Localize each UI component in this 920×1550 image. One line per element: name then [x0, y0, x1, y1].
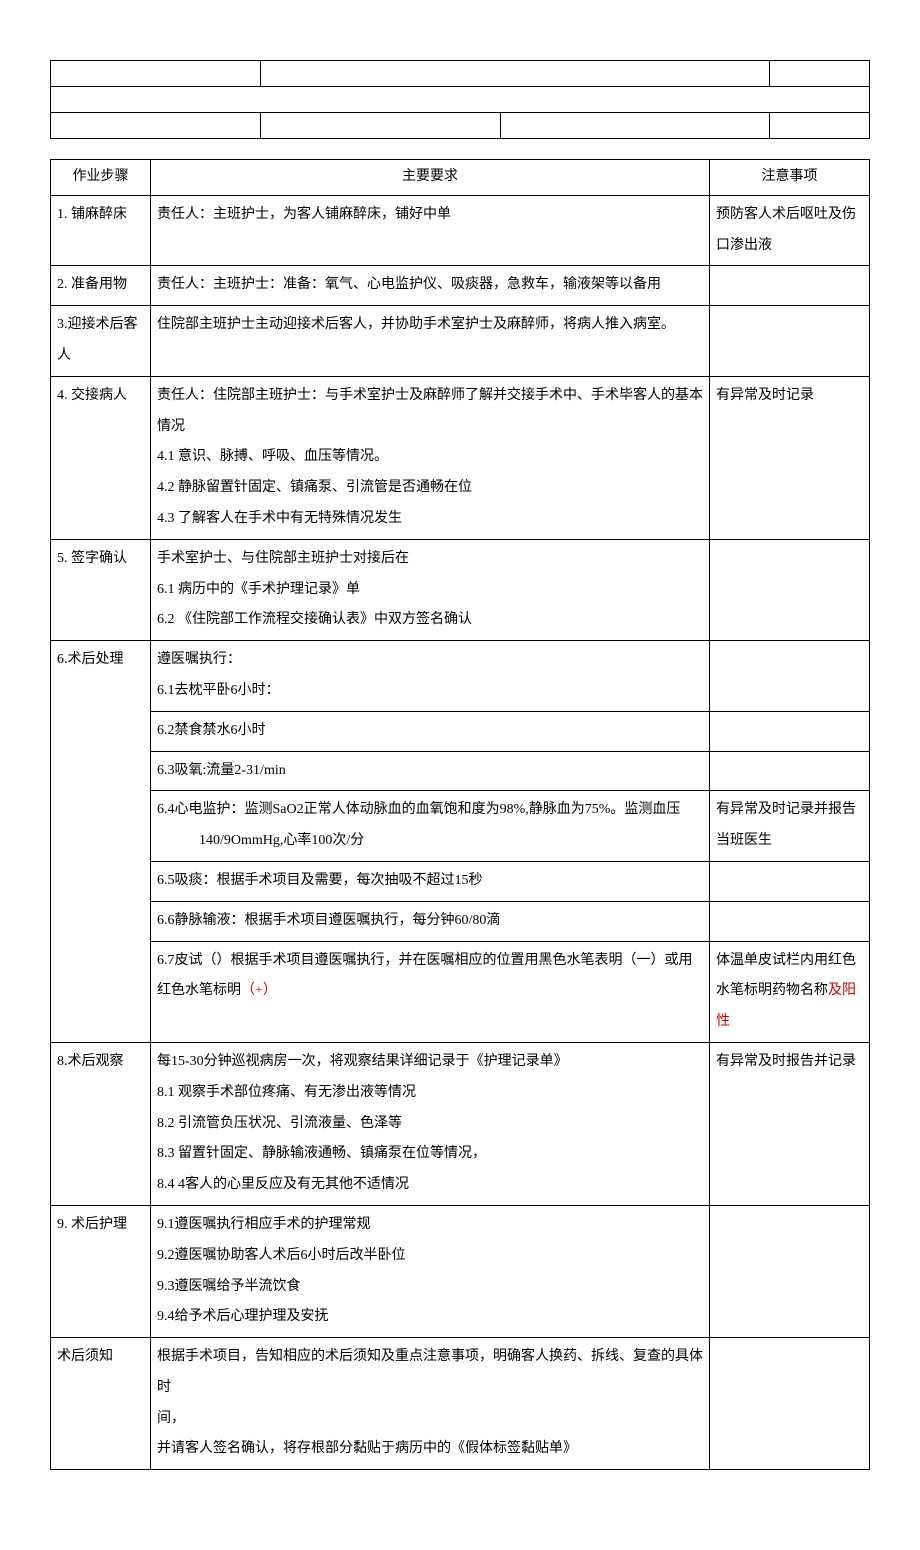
note-cell: 有异常及时记录并报告当班医生 [710, 791, 870, 862]
req-line: 间， [157, 1404, 703, 1435]
req-line: 6.4心电监护：监测SaO2正常人体动脉血的血氧饱和度为98%,静脉血为75%。… [157, 795, 703, 826]
req-line: 4.3 了解客人在手术中有无特殊情况发生 [157, 504, 703, 535]
note-cell: 有异常及时记录 [710, 376, 870, 539]
req-cell: 责任人：主班护士，为客人铺麻醉床，铺好中单 [151, 195, 710, 266]
req-text: 6.7皮试（）根据手术项目遵医嘱执行，并在医嘱相应的位置用黑色水笔表明（一）或用… [157, 953, 693, 999]
cell-empty [770, 113, 870, 139]
header-req: 主要要求 [151, 160, 710, 196]
req-cell: 住院部主班护士主动迎接术后客人，并协助手术室护士及麻醉师，将病人推入病室。 [151, 306, 710, 377]
step-cell: 8.术后观察 [51, 1042, 151, 1205]
note-cell [710, 901, 870, 941]
req-cell: 6.3吸氧:流量2-31/min [151, 751, 710, 791]
step-cell: 2. 准备用物 [51, 266, 151, 306]
note-cell [710, 1205, 870, 1337]
req-line: 并请客人签名确认，将存根部分黏贴于病历中的《假体标签黏贴单》 [157, 1434, 703, 1465]
req-cell: 根据手术项目，告知相应的术后须知及重点注意事项，明确客人换药、拆线、复查的具体时… [151, 1338, 710, 1470]
header-empty-table [50, 60, 870, 139]
req-line: 根据手术项目，告知相应的术后须知及重点注意事项，明确客人换药、拆线、复查的具体时 [157, 1342, 703, 1404]
req-cell: 责任人：住院部主班护士：与手术室护士及麻醉师了解并交接手术中、手术毕客人的基本情… [151, 376, 710, 539]
note-cell [710, 539, 870, 640]
req-cell: 6.2禁食禁水6小时 [151, 711, 710, 751]
req-cell: 6.5吸痰：根据手术项目及需要，每次抽吸不超过15秒 [151, 861, 710, 901]
req-line-indent: 140/9OmmHg,心率100次/分 [157, 826, 364, 857]
req-line: 责任人：住院部主班护士：与手术室护士及麻醉师了解并交接手术中、手术毕客人的基本情… [157, 381, 703, 443]
req-cell: 6.7皮试（）根据手术项目遵医嘱执行，并在医嘱相应的位置用黑色水笔表明（一）或用… [151, 941, 710, 1042]
note-cell: 有异常及时报告并记录 [710, 1042, 870, 1205]
req-line: 8.2 引流管负压状况、引流液量、色泽等 [157, 1109, 703, 1140]
cell-empty [261, 113, 501, 139]
req-text-red: （+） [241, 983, 277, 998]
header-note: 注意事项 [710, 160, 870, 196]
step-cell: 5. 签字确认 [51, 539, 151, 640]
step-cell: 术后须知 [51, 1338, 151, 1470]
req-cell: 每15-30分钟巡视病房一次，将观察结果详细记录于《护理记录单》 8.1 观察手… [151, 1042, 710, 1205]
req-line: 9.2遵医嘱协助客人术后6小时后改半卧位 [157, 1241, 703, 1272]
note-cell [710, 711, 870, 751]
req-line: 9.3遵医嘱给予半流饮食 [157, 1272, 703, 1303]
note-cell [710, 751, 870, 791]
req-line: 6.2 《住院部工作流程交接确认表》中双方签名确认 [157, 605, 703, 636]
req-line: 8.4 4客人的心里反应及有无其他不适情况 [157, 1170, 703, 1201]
note-cell: 体温单皮试栏内用红色水笔标明药物名称及阳性 [710, 941, 870, 1042]
step-cell: 4. 交接病人 [51, 376, 151, 539]
cell-empty [501, 113, 770, 139]
cell-empty [261, 61, 770, 87]
note-cell [710, 266, 870, 306]
req-line: 手术室护士、与住院部主班护士对接后在 [157, 544, 703, 575]
step-cell: 9. 术后护理 [51, 1205, 151, 1337]
note-cell [710, 306, 870, 377]
req-line: 4.1 意识、脉搏、呼吸、血压等情况。 [157, 442, 703, 473]
req-cell: 手术室护士、与住院部主班护士对接后在 6.1 病历中的《手术护理记录》单 6.2… [151, 539, 710, 640]
req-line: 遵医嘱执行： [157, 645, 703, 676]
note-cell [710, 1338, 870, 1470]
req-line: 8.1 观察手术部位疼痛、有无渗出液等情况 [157, 1078, 703, 1109]
req-line: 6.1去枕平卧6小时： [157, 676, 703, 707]
req-line: 9.1遵医嘱执行相应手术的护理常规 [157, 1210, 703, 1241]
req-line: 140/9OmmHg,心率100次/分 [157, 826, 703, 857]
note-cell [710, 641, 870, 712]
req-cell: 遵医嘱执行： 6.1去枕平卧6小时： [151, 641, 710, 712]
main-procedure-table: 作业步骤 主要要求 注意事项 1. 铺麻醉床 责任人：主班护士，为客人铺麻醉床，… [50, 159, 870, 1470]
req-cell: 6.4心电监护：监测SaO2正常人体动脉血的血氧饱和度为98%,静脉血为75%。… [151, 791, 710, 862]
req-line: 8.3 留置针固定、静脉输液通畅、镇痛泵在位等情况， [157, 1139, 703, 1170]
req-line: 6.1 病历中的《手术护理记录》单 [157, 575, 703, 606]
req-line: 9.4给予术后心理护理及安抚 [157, 1302, 703, 1333]
step-cell: 1. 铺麻醉床 [51, 195, 151, 266]
cell-empty [770, 61, 870, 87]
note-cell: 预防客人术后呕吐及伤口渗出液 [710, 195, 870, 266]
req-cell: 6.6静脉输液：根据手术项目遵医嘱执行，每分钟60/80滴 [151, 901, 710, 941]
note-cell [710, 861, 870, 901]
cell-empty [51, 61, 261, 87]
req-line: 每15-30分钟巡视病房一次，将观察结果详细记录于《护理记录单》 [157, 1047, 703, 1078]
header-step: 作业步骤 [51, 160, 151, 196]
step-cell: 3.迎接术后客人 [51, 306, 151, 377]
cell-empty [51, 87, 870, 113]
req-line: 4.2 静脉留置针固定、镇痛泵、引流管是否通畅在位 [157, 473, 703, 504]
step-cell: 6.术后处理 [51, 641, 151, 1043]
req-cell: 9.1遵医嘱执行相应手术的护理常规 9.2遵医嘱协助客人术后6小时后改半卧位 9… [151, 1205, 710, 1337]
req-cell: 责任人：主班护士：准备：氧气、心电监护仪、吸痰器，急救车，输液架等以备用 [151, 266, 710, 306]
cell-empty [51, 113, 261, 139]
